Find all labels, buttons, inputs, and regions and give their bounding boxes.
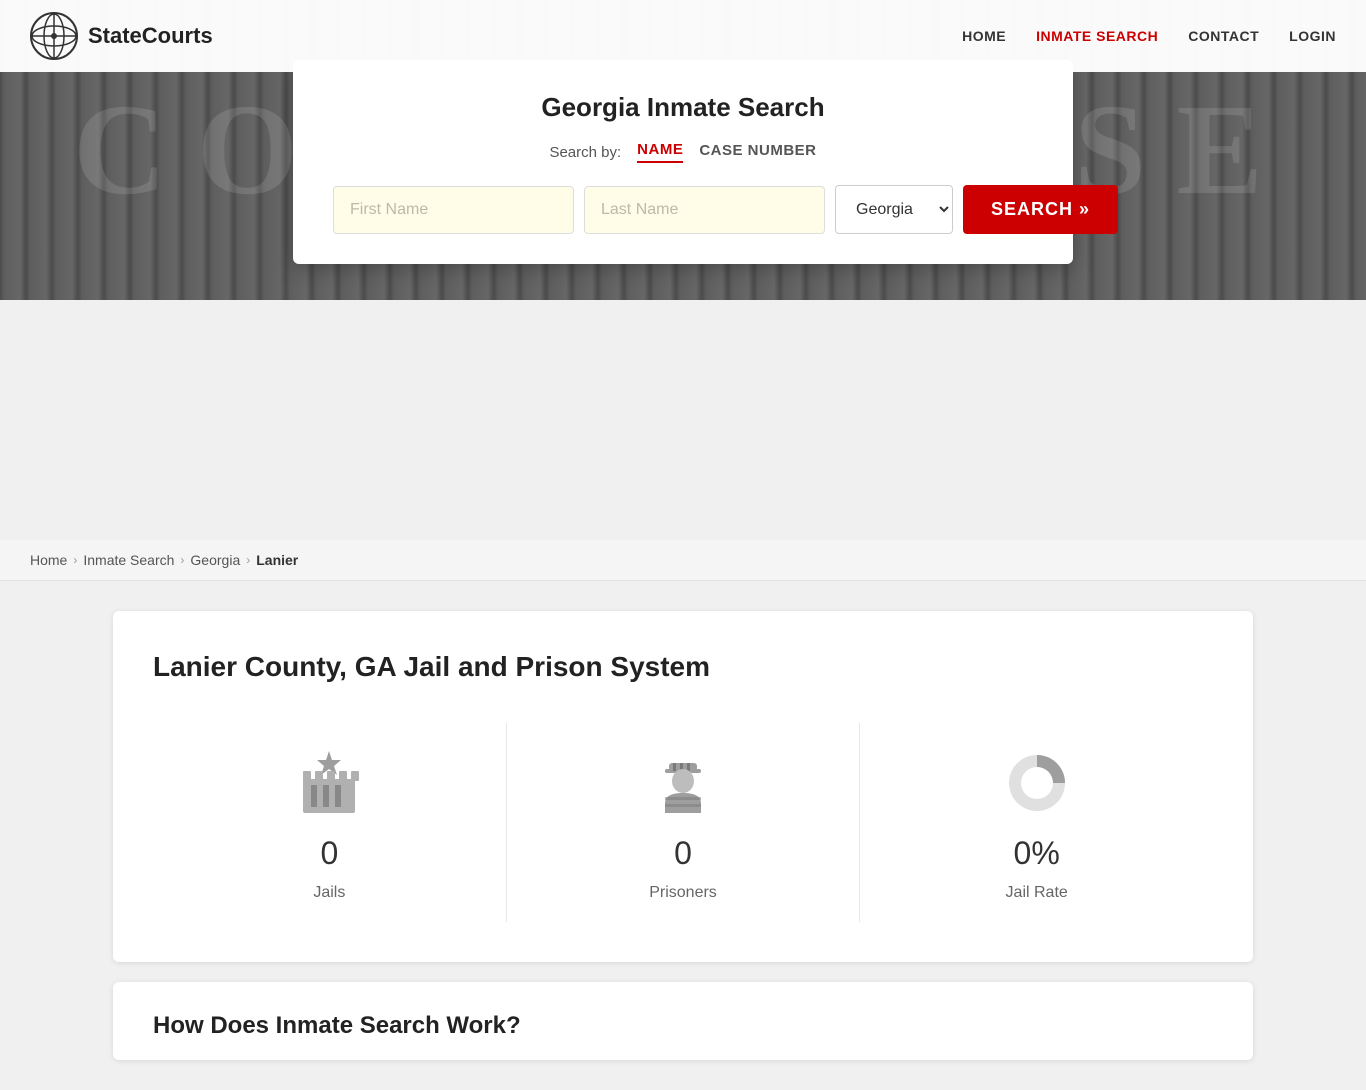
prisoners-count: 0 — [674, 835, 692, 872]
breadcrumb-inmate-search[interactable]: Inmate Search — [83, 552, 174, 568]
nav-home[interactable]: HOME — [962, 28, 1006, 44]
search-panel-title: Georgia Inmate Search — [333, 92, 1033, 123]
card-title: Lanier County, GA Jail and Prison System — [153, 651, 1213, 683]
stat-cell-jail-rate: 0% Jail Rate — [860, 723, 1213, 922]
state-select[interactable]: Georgia Alabama Florida — [835, 185, 953, 234]
search-button[interactable]: SEARCH » — [963, 185, 1118, 234]
nav-inmate-search[interactable]: INMATE SEARCH — [1036, 28, 1158, 44]
search-fields-row: Georgia Alabama Florida SEARCH » — [333, 185, 1033, 234]
nav-contact[interactable]: CONTACT — [1188, 28, 1259, 44]
main-stats-card: Lanier County, GA Jail and Prison System — [113, 611, 1253, 962]
nav-links: HOME INMATE SEARCH CONTACT LOGIN — [962, 28, 1336, 44]
search-panel: Georgia Inmate Search Search by: NAME CA… — [293, 60, 1073, 264]
jails-label: Jails — [313, 884, 345, 902]
breadcrumb-sep-1: › — [73, 553, 77, 567]
breadcrumb-current: Lanier — [256, 552, 298, 568]
last-name-input[interactable] — [584, 186, 825, 234]
breadcrumb-sep-2: › — [180, 553, 184, 567]
nav-bar: StateCourts HOME INMATE SEARCH CONTACT L… — [0, 0, 1366, 72]
header: COURTHOUSE StateCourts HOME INMATE SEARC… — [0, 0, 1366, 300]
breadcrumb-bar: Home › Inmate Search › Georgia › Lanier — [0, 540, 1366, 581]
stat-cell-prisoners: 0 Prisoners — [507, 723, 861, 922]
tab-name[interactable]: NAME — [637, 141, 683, 163]
second-card-title: How Does Inmate Search Work? — [153, 1012, 1213, 1040]
breadcrumb: Home › Inmate Search › Georgia › Lanier — [30, 552, 1336, 568]
breadcrumb-georgia[interactable]: Georgia — [190, 552, 240, 568]
jail-icon — [289, 743, 369, 823]
search-by-label: Search by: — [549, 144, 621, 161]
nav-login[interactable]: LOGIN — [1289, 28, 1336, 44]
stats-row: 0 Jails — [153, 723, 1213, 922]
breadcrumb-home[interactable]: Home — [30, 552, 67, 568]
stat-cell-jails: 0 Jails — [153, 723, 507, 922]
jails-count: 0 — [320, 835, 338, 872]
logo-area: StateCourts — [30, 12, 213, 60]
logo-text: StateCourts — [88, 23, 213, 49]
tab-case-number[interactable]: CASE NUMBER — [699, 142, 816, 162]
prisoner-icon — [643, 743, 723, 823]
jail-rate-value: 0% — [1014, 835, 1060, 872]
first-name-input[interactable] — [333, 186, 574, 234]
prisoners-label: Prisoners — [649, 884, 717, 902]
second-card: How Does Inmate Search Work? — [113, 982, 1253, 1060]
search-by-row: Search by: NAME CASE NUMBER — [333, 141, 1033, 163]
main-content: Lanier County, GA Jail and Prison System — [83, 581, 1283, 1090]
jail-rate-label: Jail Rate — [1006, 884, 1068, 902]
breadcrumb-sep-3: › — [246, 553, 250, 567]
chart-icon — [997, 743, 1077, 823]
logo-icon — [30, 12, 78, 60]
